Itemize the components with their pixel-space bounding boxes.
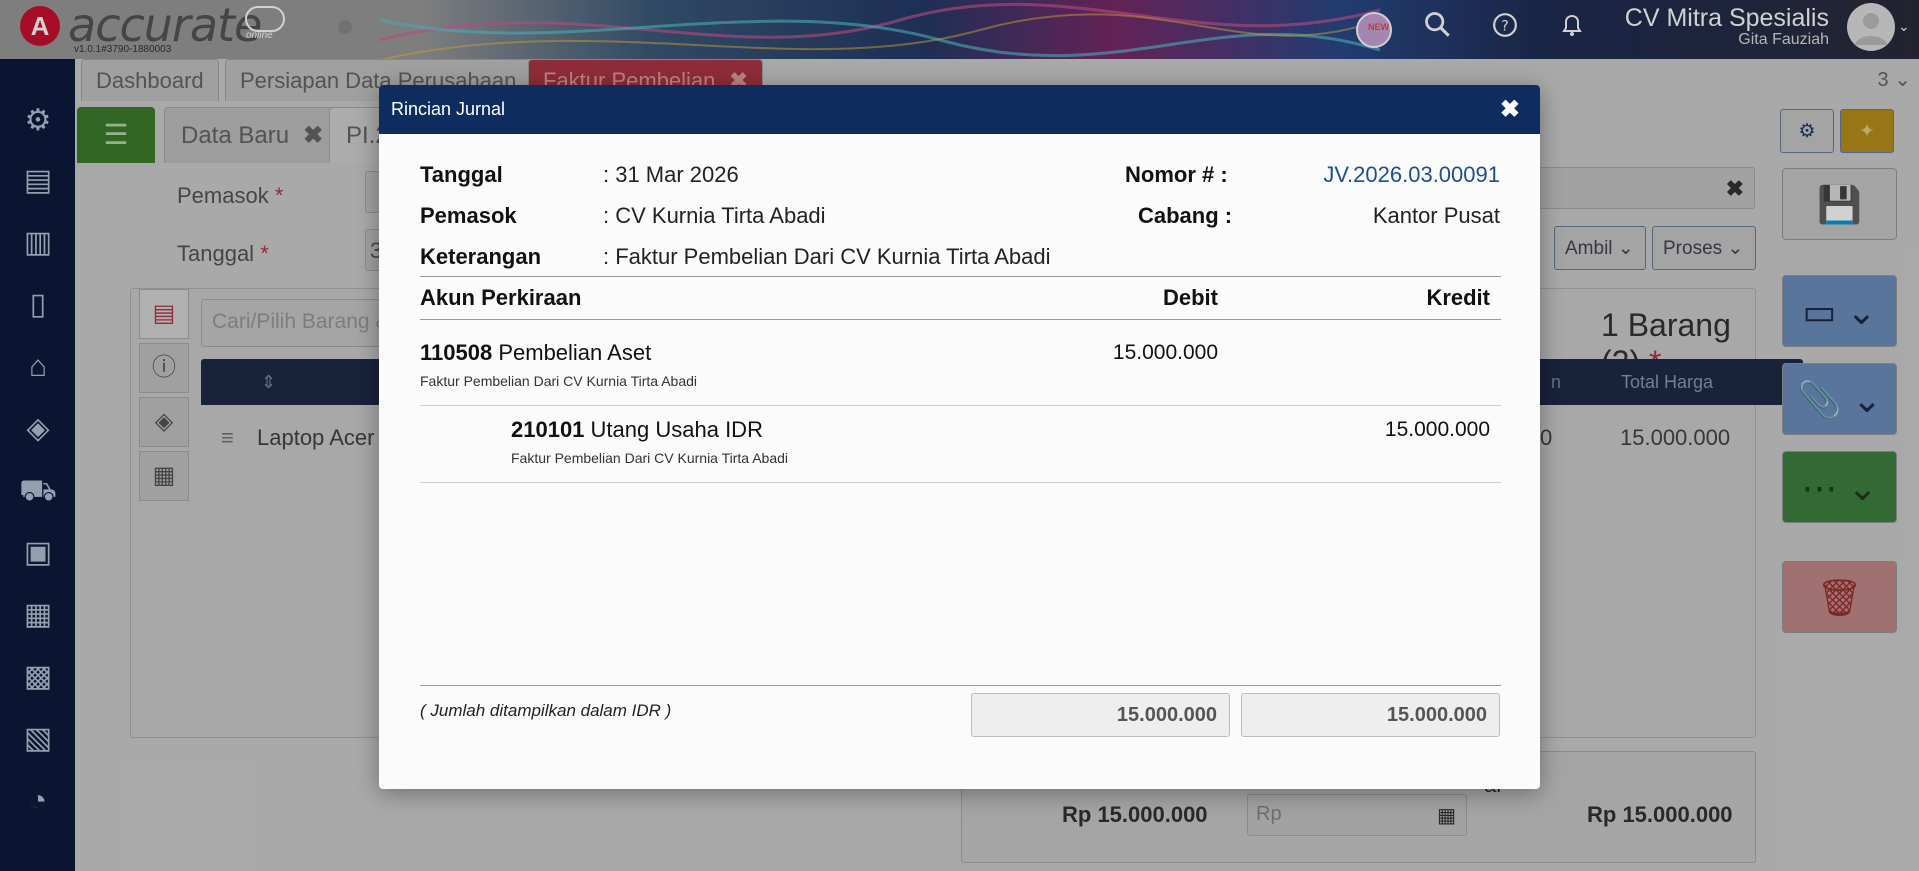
nomor-label: Nomor # : bbox=[1125, 162, 1228, 187]
cabang-label: Cabang : bbox=[1138, 203, 1233, 228]
divider bbox=[420, 685, 1501, 686]
entry-description: Faktur Pembelian Dari CV Kurnia Tirta Ab… bbox=[420, 373, 698, 389]
close-icon[interactable]: ✖ bbox=[1500, 85, 1520, 134]
keterangan-value: : Faktur Pembelian Dari CV Kurnia Tirta … bbox=[603, 244, 1051, 269]
column-kredit: Kredit bbox=[1426, 285, 1490, 310]
account-code: 110508 bbox=[420, 340, 493, 365]
column-akun-perkiraan: Akun Perkiraan bbox=[420, 285, 582, 310]
pemasok-value: : CV Kurnia Tirta Abadi bbox=[603, 203, 826, 228]
account-name: Pembelian Aset bbox=[498, 340, 652, 365]
tanggal-label: Tanggal bbox=[420, 162, 503, 187]
account-code: 210101 bbox=[511, 417, 585, 442]
entry-debit: 15.000.000 bbox=[1112, 341, 1218, 364]
journal-entry-account[interactable]: 210101 Utang Usaha IDR bbox=[511, 417, 763, 443]
modal-header: Rincian Jurnal ✖ bbox=[379, 85, 1540, 134]
entry-description: Faktur Pembelian Dari CV Kurnia Tirta Ab… bbox=[511, 450, 789, 466]
keterangan-label: Keterangan bbox=[420, 244, 542, 269]
journal-entry-account[interactable]: 110508 Pembelian Aset bbox=[420, 340, 651, 366]
rincian-jurnal-modal: Rincian Jurnal ✖ Tanggal : 31 Mar 2026 P… bbox=[379, 85, 1540, 789]
cabang-value: Kantor Pusat bbox=[1372, 203, 1500, 228]
total-kredit: 15.000.000 bbox=[1241, 693, 1500, 737]
modal-title: Rincian Jurnal bbox=[391, 99, 506, 119]
divider bbox=[420, 319, 1501, 320]
account-name: Utang Usaha IDR bbox=[590, 417, 763, 442]
total-debit: 15.000.000 bbox=[971, 693, 1230, 737]
currency-note: ( Jumlah ditampilkan dalam IDR ) bbox=[420, 701, 672, 720]
divider bbox=[420, 482, 1501, 483]
divider bbox=[420, 276, 1501, 277]
column-debit: Debit bbox=[1163, 285, 1218, 310]
tanggal-value: : 31 Mar 2026 bbox=[603, 162, 739, 187]
journal-number[interactable]: JV.2026.03.00091 bbox=[1323, 162, 1500, 188]
entry-kredit: 15.000.000 bbox=[1384, 418, 1490, 441]
divider bbox=[420, 405, 1501, 406]
pemasok-label: Pemasok bbox=[420, 203, 517, 228]
